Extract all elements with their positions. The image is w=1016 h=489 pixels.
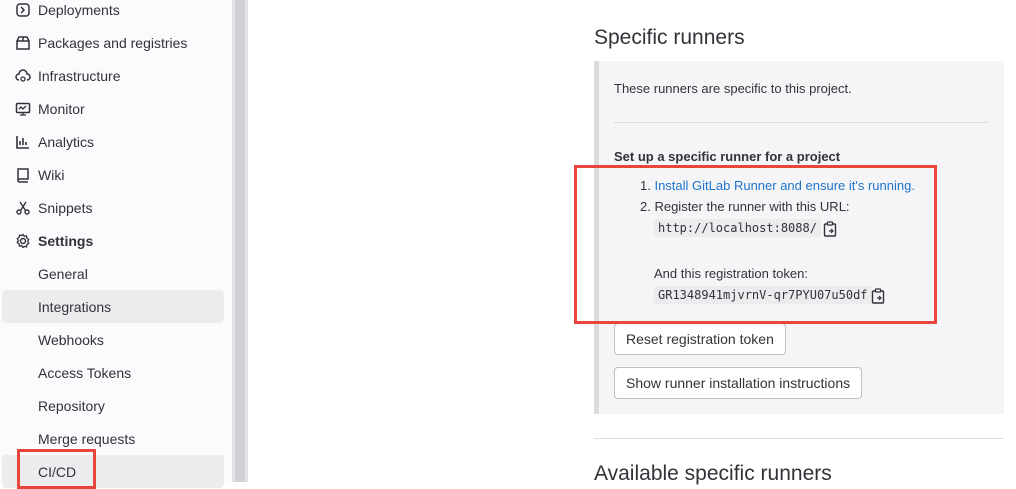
show-installation-instructions-button[interactable]: Show runner installation instructions bbox=[614, 367, 863, 399]
sidebar-subitem-repository[interactable]: Repository bbox=[2, 389, 224, 422]
sidebar-subitem-label: Integrations bbox=[38, 298, 112, 315]
step-1-number: 1. bbox=[640, 178, 655, 193]
clipboard-icon bbox=[823, 221, 837, 237]
monitor-icon bbox=[14, 100, 32, 118]
book-icon bbox=[14, 166, 32, 184]
clipboard-icon bbox=[871, 288, 885, 304]
sidebar-item-deployments[interactable]: Deployments bbox=[2, 0, 224, 26]
sidebar-item-label: Settings bbox=[38, 232, 94, 249]
sidebar-item-settings[interactable]: Settings bbox=[2, 224, 224, 257]
sidebar-item-packages[interactable]: Packages and registries bbox=[2, 26, 224, 59]
panel-divider bbox=[614, 122, 988, 123]
sidebar-subitem-label: Access Tokens bbox=[38, 364, 132, 381]
setup-step-1: 1. Install GitLab Runner and ensure it's… bbox=[640, 178, 915, 193]
registration-token-code: GR1348941mjvrnV-qr7PYU07u50df bbox=[654, 286, 872, 304]
package-icon bbox=[14, 34, 32, 52]
copy-token-button[interactable] bbox=[868, 286, 888, 306]
runner-url-code: http://localhost:8088/ bbox=[654, 219, 821, 237]
sidebar-item-label: Monitor bbox=[38, 100, 85, 117]
sidebar-subitem-label: CI/CD bbox=[38, 463, 77, 480]
sidebar-subitem-integrations[interactable]: Integrations bbox=[2, 290, 224, 323]
settings-icon bbox=[14, 232, 32, 250]
registration-token-label: And this registration token: bbox=[654, 266, 808, 281]
sidebar-subitem-general[interactable]: General bbox=[2, 257, 224, 290]
sidebar-item-snippets[interactable]: Snippets bbox=[2, 191, 224, 224]
setup-runner-heading: Set up a specific runner for a project bbox=[614, 149, 841, 164]
sidebar-item-infrastructure[interactable]: Infrastructure bbox=[2, 59, 224, 92]
install-runner-link[interactable]: Install GitLab Runner and ensure it's ru… bbox=[654, 178, 914, 193]
sidebar-subitem-webhooks[interactable]: Webhooks bbox=[2, 323, 224, 356]
sidebar-item-label: Wiki bbox=[38, 166, 65, 183]
sidebar-subitem-merge-requests[interactable]: Merge requests bbox=[2, 422, 224, 455]
scrollbar-thumb[interactable] bbox=[235, 0, 245, 482]
sidebar-subitem-label: General bbox=[38, 265, 88, 282]
copy-url-button[interactable] bbox=[820, 219, 840, 239]
cloud-gear-icon bbox=[14, 67, 32, 85]
sidebar: Deployments Packages and registries Infr… bbox=[0, 0, 232, 488]
sidebar-subitem-label: Merge requests bbox=[38, 430, 136, 447]
sidebar-subitem-access-tokens[interactable]: Access Tokens bbox=[2, 356, 224, 389]
sidebar-item-monitor[interactable]: Monitor bbox=[2, 92, 224, 125]
chart-icon bbox=[14, 133, 32, 151]
sidebar-scrollbar[interactable] bbox=[232, 0, 248, 482]
specific-runners-panel bbox=[594, 61, 1004, 414]
scissors-icon bbox=[14, 199, 32, 217]
sidebar-item-analytics[interactable]: Analytics bbox=[2, 125, 224, 158]
sidebar-subitem-label: Webhooks bbox=[38, 331, 104, 348]
available-runners-title: Available specific runners bbox=[594, 462, 832, 485]
sidebar-subitem-ci-cd[interactable]: CI/CD bbox=[2, 455, 224, 488]
runners-intro-text: These runners are specific to this proje… bbox=[614, 81, 852, 96]
section-divider bbox=[594, 438, 1004, 439]
sidebar-item-wiki[interactable]: Wiki bbox=[2, 158, 224, 191]
sidebar-item-label: Packages and registries bbox=[38, 34, 188, 51]
deployments-icon bbox=[14, 1, 32, 19]
setup-step-2: 2. Register the runner with this URL: bbox=[640, 199, 850, 214]
sidebar-item-label: Infrastructure bbox=[38, 67, 121, 84]
reset-registration-token-button[interactable]: Reset registration token bbox=[614, 323, 786, 355]
specific-runners-title: Specific runners bbox=[594, 26, 745, 49]
sidebar-item-label: Snippets bbox=[38, 199, 93, 216]
sidebar-subitem-label: Repository bbox=[38, 397, 105, 414]
sidebar-item-label: Analytics bbox=[38, 133, 95, 150]
sidebar-item-label: Deployments bbox=[38, 1, 120, 18]
